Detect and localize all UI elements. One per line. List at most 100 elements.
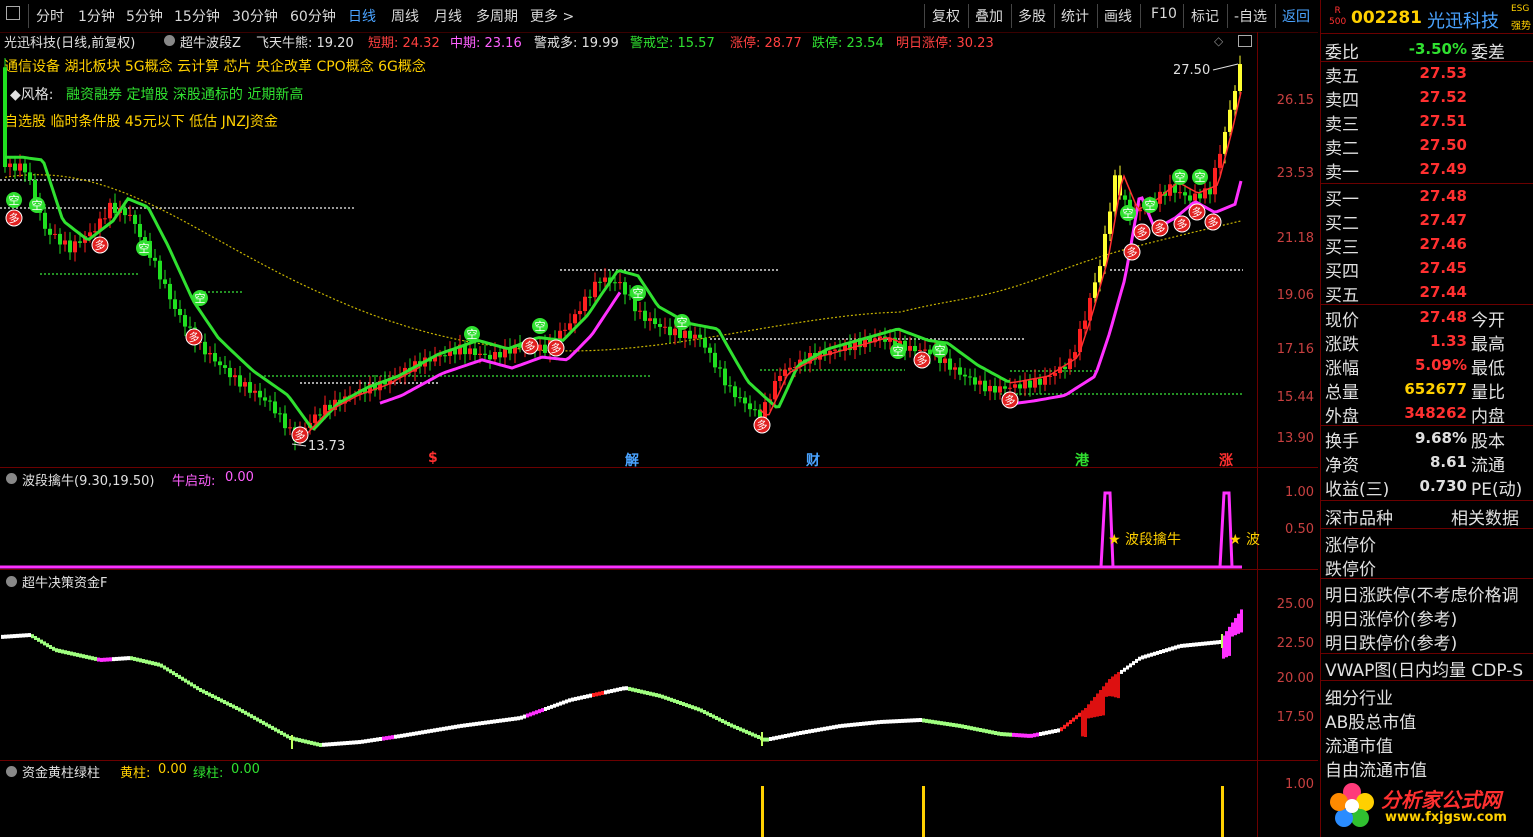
svg-text:多: 多 <box>525 339 536 353</box>
fund-flow-chart[interactable] <box>0 570 1257 760</box>
stock-code: 002281 <box>1351 8 1422 28</box>
tab-weekly[interactable]: 周线 <box>391 6 419 26</box>
event-marker-0[interactable]: $ <box>428 450 438 466</box>
kong-signal-icon: 空 <box>29 197 45 213</box>
tab-15min[interactable]: 15分钟 <box>174 6 220 26</box>
duo-signal-icon: 多 <box>1173 215 1191 233</box>
tab-intraday[interactable]: 分时 <box>36 6 64 26</box>
tab-30min[interactable]: 30分钟 <box>232 6 278 26</box>
candlestick-chart[interactable]: 空空空空空空空空空 空空空空 空多多多多多 多多多多多多多多多多27.5013.73 <box>0 32 1257 467</box>
panel2-tick-1: 1.00 <box>1285 485 1314 500</box>
kong-signal-icon: 空 <box>1172 169 1188 185</box>
strong-tag: 强势 <box>1511 21 1531 32</box>
mark-button[interactable]: 标记 <box>1191 6 1219 26</box>
event-marker-4[interactable]: 涨 <box>1219 450 1233 470</box>
info2-line-2: AB股总市值 <box>1325 713 1417 733</box>
statistics-button[interactable]: 统计 <box>1061 6 1089 26</box>
svg-text:多: 多 <box>917 353 928 367</box>
tab-5min[interactable]: 5分钟 <box>126 6 163 26</box>
related-data-label[interactable]: 相关数据 <box>1451 504 1519 529</box>
market-type-label[interactable]: 深市品种 <box>1325 504 1393 529</box>
f10-button[interactable]: F10 <box>1151 6 1177 22</box>
duo-signal-icon: 多 <box>753 416 771 434</box>
vwap-line[interactable]: VWAP图(日内均量 CDP-S <box>1325 656 1523 681</box>
kong-signal-icon: 空 <box>6 192 22 208</box>
ask-value-4: 27.49 <box>1419 160 1467 178</box>
quote2-label-2: 收益(三) <box>1325 480 1390 500</box>
ask-label-4: 卖一 <box>1325 163 1359 183</box>
svg-text:空: 空 <box>535 319 546 333</box>
stock-name: 光迅科技 <box>1427 11 1499 32</box>
quote-label-4: 外盘 <box>1325 407 1359 427</box>
back-button[interactable]: 返回 <box>1282 6 1310 26</box>
info-line-1: 明日涨跌停(不考虑价格调 <box>1325 586 1519 606</box>
price-tick-6: 13.90 <box>1276 431 1314 446</box>
tab-daily[interactable]: 日线 <box>348 6 376 26</box>
ask-value-2: 27.51 <box>1419 112 1467 130</box>
signal-label: ★ 波段擒牛 <box>1108 532 1182 548</box>
tab-multi-period[interactable]: 多周期 <box>476 6 518 26</box>
svg-text:多: 多 <box>95 238 106 252</box>
kong-signal-icon: 空 <box>136 240 152 256</box>
kong-signal-icon: 空 <box>674 314 690 330</box>
duo-signal-icon: 多 <box>5 209 23 227</box>
quote2-label-1: 净资 <box>1325 456 1359 476</box>
remove-watchlist-button[interactable]: -自选 <box>1234 6 1267 26</box>
quote-label2-3: 量比 <box>1471 383 1505 403</box>
signal-chart[interactable] <box>0 468 1257 569</box>
yellow-green-bar-chart[interactable] <box>0 761 1257 837</box>
tab-1min[interactable]: 1分钟 <box>78 6 115 26</box>
event-marker-2[interactable]: 财 <box>806 450 820 470</box>
svg-text:多: 多 <box>1192 205 1203 219</box>
bid-label-1: 买二 <box>1325 214 1359 234</box>
svg-text:多: 多 <box>757 418 768 432</box>
duo-signal-icon: 多 <box>185 328 203 346</box>
svg-text:空: 空 <box>467 327 478 341</box>
svg-text:空: 空 <box>139 241 150 255</box>
tab-60min[interactable]: 60分钟 <box>290 6 336 26</box>
restore-rights-button[interactable]: 复权 <box>932 6 960 26</box>
svg-text:多: 多 <box>295 428 306 442</box>
info2-line-1: 细分行业 <box>1325 689 1393 709</box>
bid-value-1: 27.47 <box>1419 211 1467 229</box>
bid-value-3: 27.45 <box>1419 259 1467 277</box>
quote-value-0: 27.48 <box>1419 308 1467 326</box>
multi-stock-button[interactable]: 多股 <box>1018 6 1046 26</box>
period-toolbar: 分时 1分钟 5分钟 15分钟 30分钟 60分钟 日线 周线 月线 多周期 更… <box>0 0 1318 33</box>
duo-signal-icon: 多 <box>1204 213 1222 231</box>
signal-label-2: ★ 波 <box>1229 532 1261 548</box>
quote-label2-1: 最高 <box>1471 335 1505 355</box>
duo-signal-icon: 多 <box>1188 203 1206 221</box>
duo-signal-icon: 多 <box>1001 391 1019 409</box>
quote-value-3: 652677 <box>1404 380 1467 398</box>
svg-text:空: 空 <box>32 198 43 212</box>
svg-text:多: 多 <box>1155 221 1166 235</box>
ask-value-1: 27.52 <box>1419 88 1467 106</box>
overlay-button[interactable]: 叠加 <box>975 6 1003 26</box>
rating-badge: R 500 <box>1329 6 1347 27</box>
tab-more[interactable]: 更多 > <box>530 6 574 26</box>
price-tick-4: 17.16 <box>1276 342 1314 357</box>
duo-signal-icon: 多 <box>1151 219 1169 237</box>
tab-monthly[interactable]: 月线 <box>434 6 462 26</box>
price-tick-2: 21.18 <box>1276 231 1314 246</box>
bid-label-3: 买四 <box>1325 262 1359 282</box>
weibi-value: -3.50% <box>1408 40 1467 58</box>
ask-label-2: 卖三 <box>1325 115 1359 135</box>
flower-logo-icon <box>1330 783 1374 827</box>
kong-signal-icon: 空 <box>464 326 480 342</box>
duo-signal-icon: 多 <box>547 339 565 357</box>
price-tick-0: 26.15 <box>1276 93 1314 108</box>
event-marker-1[interactable]: 解 <box>625 450 639 470</box>
event-marker-3[interactable]: 港 <box>1075 450 1089 470</box>
svg-text:空: 空 <box>1123 206 1134 220</box>
panel4-tick-1: 1.00 <box>1285 777 1314 792</box>
svg-text:空: 空 <box>677 315 688 329</box>
bid-value-0: 27.48 <box>1419 187 1467 205</box>
quote-label-3: 总量 <box>1325 383 1359 403</box>
kong-signal-icon: 空 <box>630 285 646 301</box>
quote-label2-0: 今开 <box>1471 311 1505 331</box>
window-menu-icon[interactable] <box>6 6 20 20</box>
quote2-label2-0: 股本 <box>1471 432 1505 452</box>
draw-line-button[interactable]: 画线 <box>1104 6 1132 26</box>
